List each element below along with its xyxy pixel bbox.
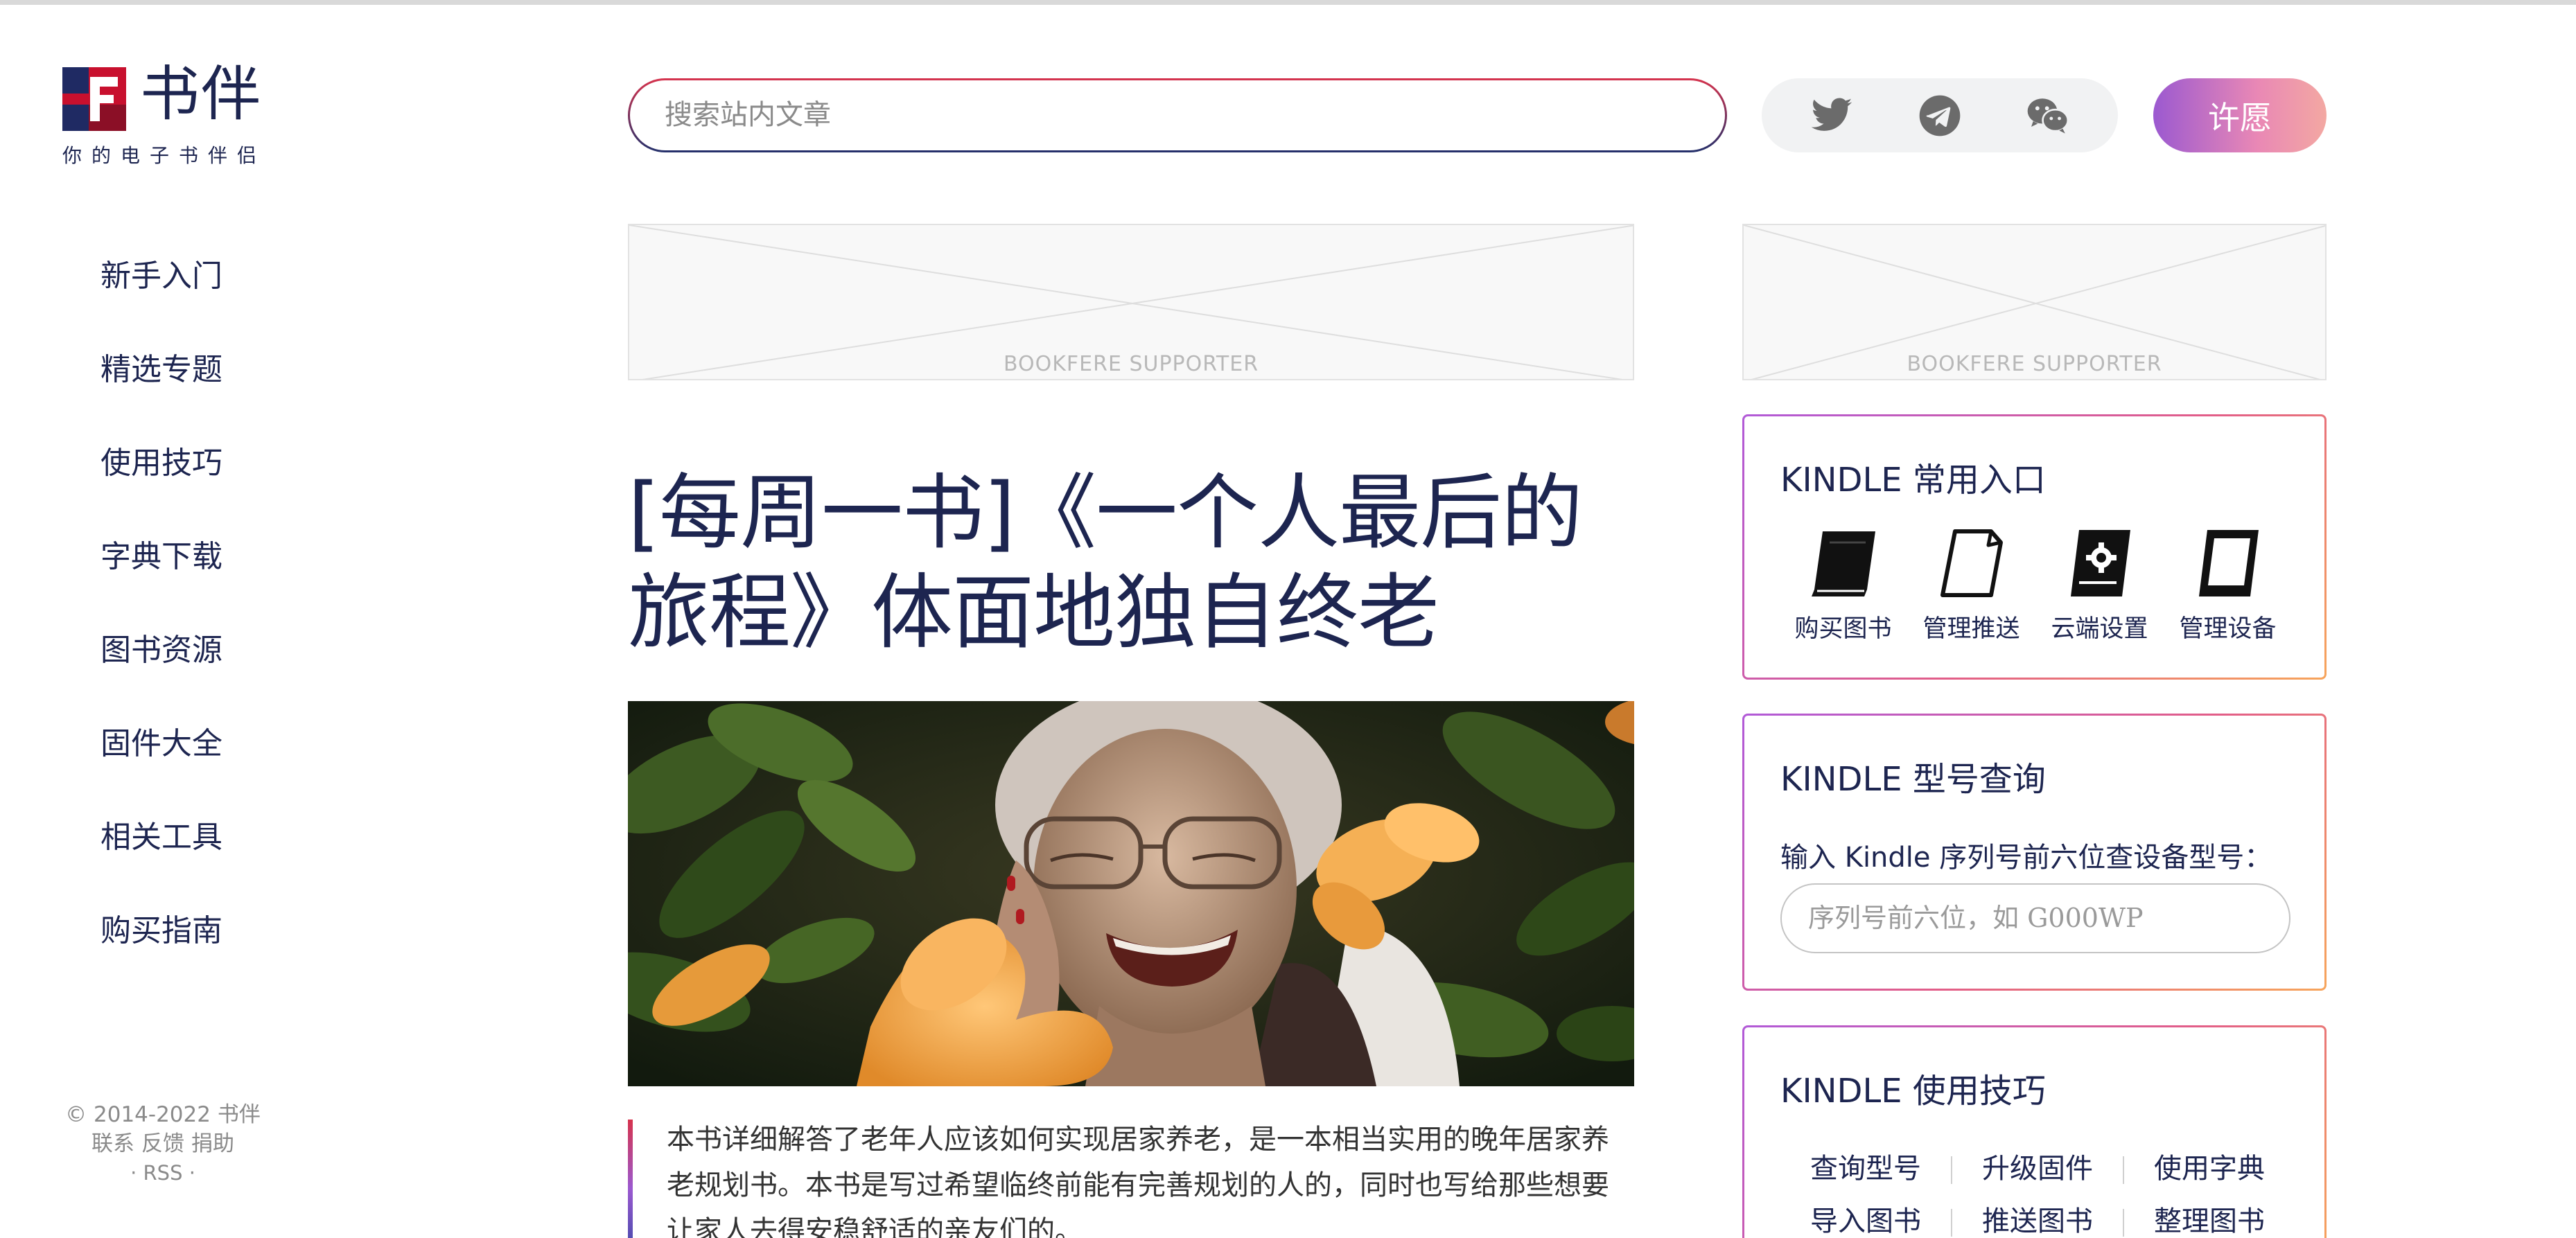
tip-link-upgrade-firmware[interactable]: 升级固件 bbox=[1952, 1149, 2123, 1188]
tip-link-query-model[interactable]: 查询型号 bbox=[1780, 1149, 1951, 1188]
tip-link-organize-books[interactable]: 整理图书 bbox=[2124, 1202, 2295, 1238]
ad-label: BOOKFERE SUPPORTER bbox=[1907, 352, 2162, 376]
kindle-item-manage-devices[interactable]: 管理设备 bbox=[2171, 527, 2285, 644]
nav-item-firmware[interactable]: 固件大全 bbox=[100, 720, 308, 814]
tips-row: 导入图书 推送图书 整理图书 bbox=[1780, 1202, 2293, 1238]
tip-link-push-books[interactable]: 推送图书 bbox=[1952, 1202, 2123, 1238]
footer-link-rss[interactable]: · RSS · bbox=[42, 1158, 284, 1187]
top-border bbox=[0, 0, 2576, 5]
model-lookup-description: 输入 Kindle 序列号前六位查设备型号： bbox=[1780, 842, 2272, 874]
widget-title: KINDLE 使用技巧 bbox=[1780, 1072, 2046, 1111]
search-input[interactable] bbox=[665, 94, 1690, 136]
widget-title: KINDLE 型号查询 bbox=[1780, 760, 2046, 799]
site-logo[interactable]: 书伴 你的电子书伴侣 bbox=[62, 62, 284, 170]
article-hero-image[interactable] bbox=[628, 701, 1634, 1086]
nav-item-tips[interactable]: 使用技巧 bbox=[100, 440, 308, 533]
kindle-item-label: 管理推送 bbox=[1922, 615, 2020, 643]
quote-bar bbox=[628, 1120, 633, 1238]
nav-item-featured-topics[interactable]: 精选专题 bbox=[100, 346, 308, 440]
twitter-icon[interactable] bbox=[1803, 94, 1860, 138]
tip-link-use-dictionary[interactable]: 使用字典 bbox=[2124, 1149, 2295, 1188]
nav-item-getting-started[interactable]: 新手入门 bbox=[100, 253, 308, 346]
kindle-item-manage-push[interactable]: 管理推送 bbox=[1914, 527, 2029, 644]
footer-link-donate[interactable]: 捐助 bbox=[191, 1131, 234, 1156]
logo-mark-icon bbox=[62, 67, 126, 131]
kindle-shortcuts-widget: KINDLE 常用入口 购买图书 管理推送 云端设置 管理设备 bbox=[1742, 414, 2327, 680]
kindle-item-label: 云端设置 bbox=[2051, 615, 2148, 643]
tip-link-import-books[interactable]: 导入图书 bbox=[1780, 1202, 1951, 1238]
cloud-settings-icon bbox=[2070, 530, 2130, 596]
footer-link-feedback[interactable]: 反馈 bbox=[141, 1131, 184, 1156]
logo-title: 书伴 bbox=[140, 60, 262, 129]
book-icon bbox=[1811, 531, 1875, 596]
kindle-model-lookup-widget: KINDLE 型号查询 输入 Kindle 序列号前六位查设备型号： bbox=[1742, 714, 2327, 991]
article-excerpt: 本书详细解答了老年人应该如何实现居家养老，是一本相当实用的晚年居家养老规划书。本… bbox=[628, 1117, 1634, 1238]
ad-banner-side[interactable]: BOOKFERE SUPPORTER bbox=[1742, 224, 2327, 380]
nav-item-book-resources[interactable]: 图书资源 bbox=[100, 627, 308, 720]
wechat-icon[interactable] bbox=[2019, 94, 2076, 138]
smiling-elderly-woman-photo bbox=[628, 701, 1634, 1086]
excerpt-text: 本书详细解答了老年人应该如何实现居家养老，是一本相当实用的晚年居家养老规划书。本… bbox=[667, 1124, 1609, 1238]
sidebar-footer: © 2014-2022 书伴 联系 反馈 捐助 · RSS · bbox=[42, 1100, 284, 1187]
wish-button[interactable]: 许愿 bbox=[2153, 78, 2327, 152]
ad-label: BOOKFERE SUPPORTER bbox=[1003, 352, 1259, 376]
logo-subtitle: 你的电子书伴侣 bbox=[62, 144, 267, 167]
kindle-item-buy-books[interactable]: 购买图书 bbox=[1786, 527, 1900, 644]
sidebar-nav: 新手入门 精选专题 使用技巧 字典下载 图书资源 固件大全 相关工具 购买指南 bbox=[100, 253, 308, 1001]
telegram-icon[interactable] bbox=[1911, 94, 1968, 138]
nav-item-dictionary-download[interactable]: 字典下载 bbox=[100, 533, 308, 627]
widget-title: KINDLE 常用入口 bbox=[1780, 461, 2046, 499]
serial-field bbox=[1780, 883, 2290, 953]
search-box bbox=[628, 78, 1727, 152]
serial-input[interactable] bbox=[1808, 899, 2266, 937]
copyright: © 2014-2022 书伴 bbox=[65, 1102, 261, 1127]
device-icon bbox=[2198, 530, 2259, 596]
ad-banner-main[interactable]: BOOKFERE SUPPORTER bbox=[628, 224, 1634, 380]
nav-item-tools[interactable]: 相关工具 bbox=[100, 814, 308, 908]
kindle-item-label: 管理设备 bbox=[2179, 615, 2277, 643]
kindle-item-cloud-settings[interactable]: 云端设置 bbox=[2042, 527, 2157, 644]
nav-item-buying-guide[interactable]: 购买指南 bbox=[100, 908, 308, 1001]
social-links bbox=[1762, 78, 2118, 152]
kindle-item-label: 购买图书 bbox=[1794, 615, 1892, 643]
footer-link-contact[interactable]: 联系 bbox=[91, 1131, 134, 1156]
article-title[interactable]: [每周一书]《一个人最后的旅程》体面地独自终老 bbox=[628, 463, 1647, 662]
tips-row: 查询型号 升级固件 使用字典 bbox=[1780, 1149, 2293, 1202]
document-icon bbox=[1940, 529, 2003, 597]
kindle-tips-widget: KINDLE 使用技巧 查询型号 升级固件 使用字典 导入图书 推送图书 整理图… bbox=[1742, 1025, 2327, 1238]
